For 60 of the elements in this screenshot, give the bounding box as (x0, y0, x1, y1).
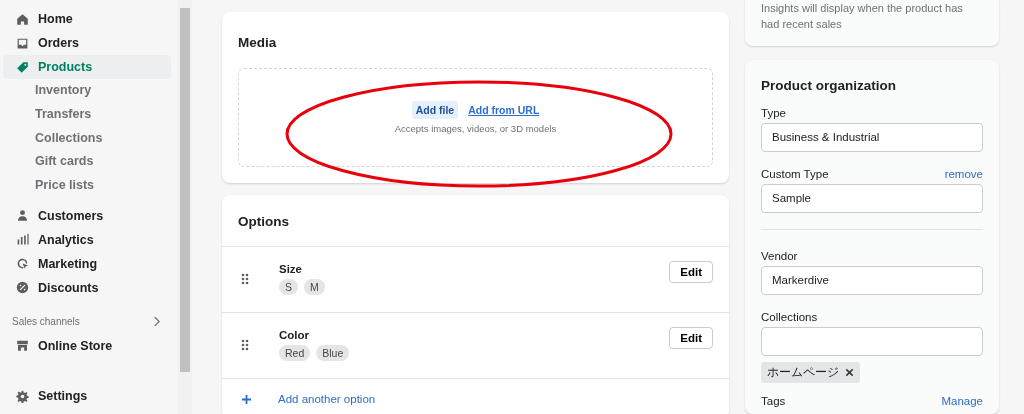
card-title: Media (238, 35, 278, 50)
option-value: Blue (316, 345, 350, 361)
person-icon (16, 209, 29, 223)
scrollbar-thumb[interactable] (180, 8, 190, 372)
sidebar-item[interactable]: Orders (3, 31, 171, 55)
discount-icon (16, 281, 29, 295)
home-icon (16, 12, 29, 26)
vendor-field[interactable]: Markerdive (761, 266, 983, 295)
collection-tag: ホームページ (761, 362, 860, 383)
bar-chart-icon (16, 233, 29, 247)
target-cursor-icon (16, 257, 29, 271)
drag-handle-icon[interactable] (241, 339, 249, 351)
settings-item[interactable]: Settings (3, 384, 171, 408)
insights-text: Insights will display when the product has had recent sales (761, 1, 964, 32)
card-title: Product organization (761, 78, 897, 93)
sidebar-item[interactable]: Analytics (3, 228, 171, 252)
collections-field[interactable] (761, 327, 983, 356)
custom-type-field[interactable]: Sample (761, 184, 983, 213)
edit-button[interactable]: Edit (669, 261, 713, 283)
sidebar-item[interactable]: Discounts (3, 276, 171, 300)
sidebar-item[interactable]: Home (3, 7, 171, 31)
sidebar-subitem[interactable]: Gift cards (0, 150, 176, 175)
store-icon (16, 339, 29, 353)
sidebar-item[interactable]: Marketing (3, 252, 171, 276)
remove-link[interactable]: remove (944, 168, 983, 180)
sidebar-item[interactable]: Online Store (3, 334, 171, 358)
media-hint: Accepts images, videos, or 3D models (394, 123, 557, 134)
media-dropzone[interactable]: Add file Add from URL Accepts images, videos, or 3D models (238, 68, 713, 167)
scrollbar[interactable] (178, 0, 192, 414)
sidebar-subitem[interactable]: Transfers (0, 102, 176, 127)
edit-button[interactable]: Edit (669, 327, 713, 349)
tag-icon (16, 60, 29, 74)
inbox-icon (16, 36, 29, 50)
option-value: Red (279, 345, 311, 361)
field-label: Collections (761, 311, 819, 323)
option-value: S (279, 279, 298, 295)
type-field[interactable]: Business & Industrial (761, 123, 983, 152)
field-label: Custom Type (761, 168, 829, 180)
close-icon[interactable] (845, 368, 854, 377)
option-value: M (304, 279, 325, 295)
settings-icon (16, 389, 29, 403)
sidebar-item[interactable]: Customers (3, 204, 171, 228)
sidebar-subitem[interactable]: Price lists (0, 174, 176, 198)
field-label: Tags (761, 395, 786, 407)
drag-handle-icon[interactable] (241, 273, 249, 285)
option-name: Color (279, 329, 311, 341)
add-option-link[interactable]: Add another option (278, 393, 376, 405)
add-file-button[interactable]: Add file (411, 101, 459, 119)
field-label: Vendor (761, 250, 799, 262)
field-label: Type (761, 107, 787, 119)
option-name: Size (279, 263, 303, 275)
add-from-url-link[interactable]: Add from URL (468, 104, 540, 116)
sidebar-subitem[interactable]: Inventory (0, 79, 176, 103)
card-title: Options (222, 195, 729, 247)
sidebar-item[interactable]: Products (3, 55, 171, 79)
sidebar-subitem[interactable]: Collections (0, 126, 176, 151)
manage-link[interactable]: Manage (941, 395, 983, 407)
chevron-right-icon[interactable] (153, 316, 160, 328)
section-label: Sales channels (12, 316, 80, 328)
plus-icon (241, 393, 252, 405)
